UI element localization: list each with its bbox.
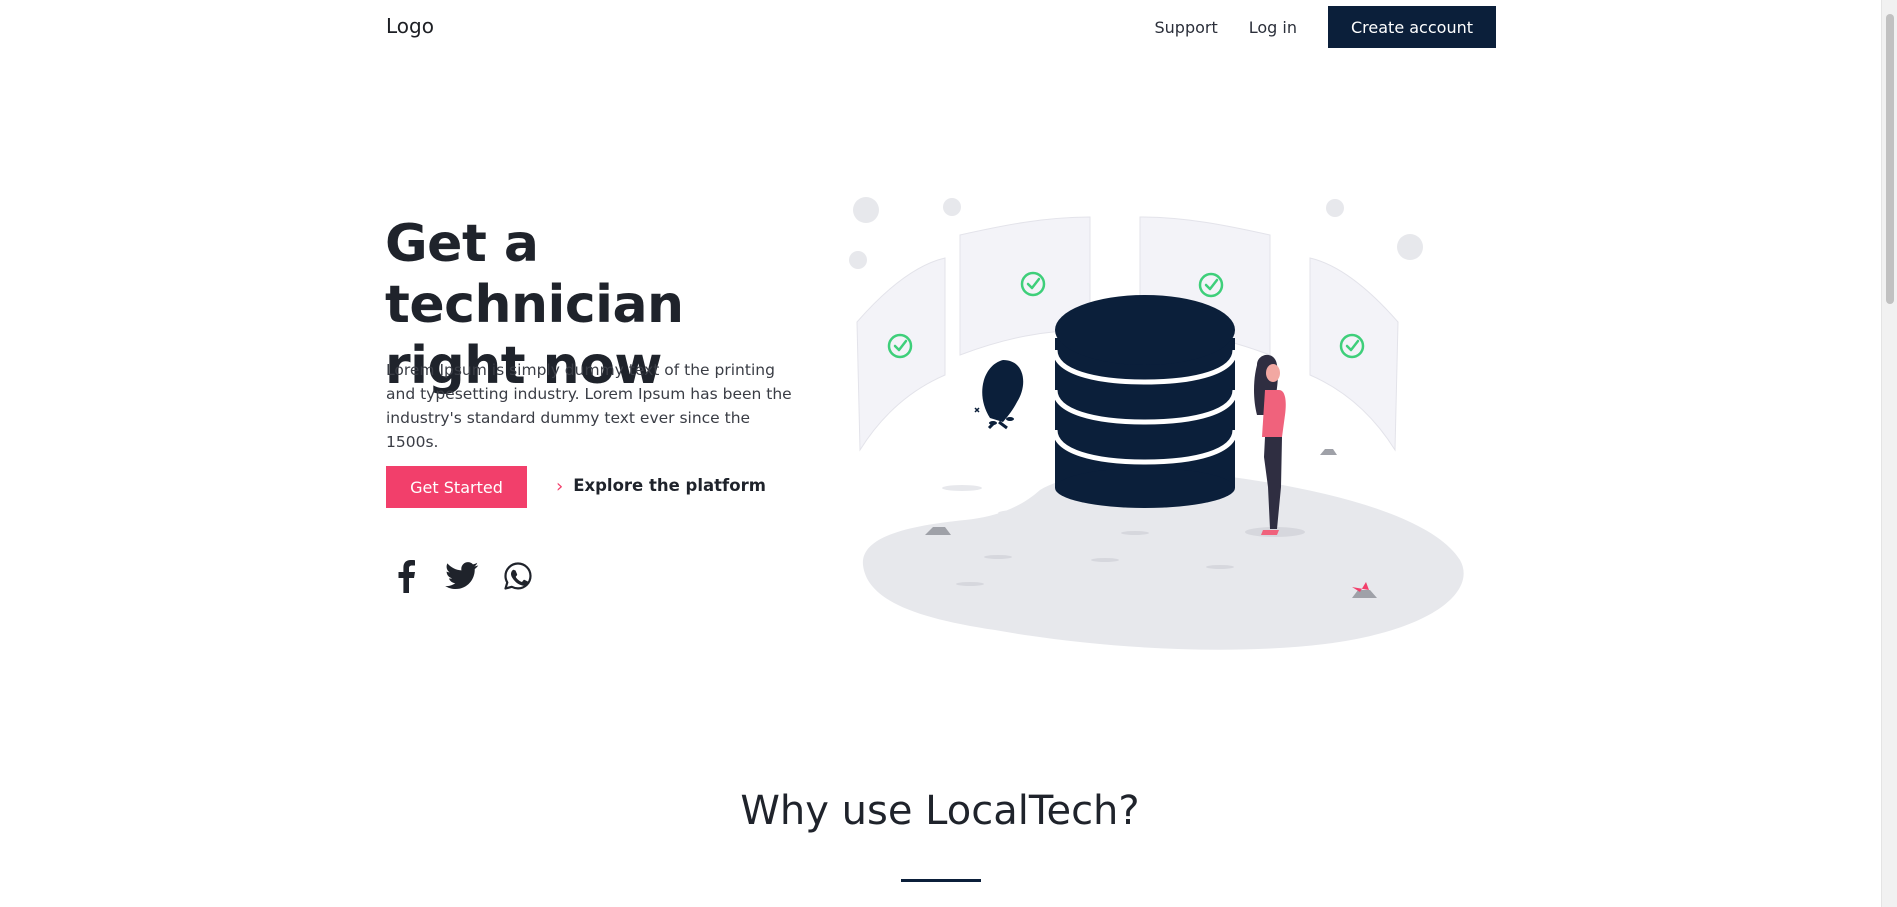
social-links xyxy=(386,558,554,594)
scrollbar-thumb[interactable] xyxy=(1886,14,1894,304)
explore-platform-label: Explore the platform xyxy=(573,476,766,495)
nav-logo[interactable]: Logo xyxy=(386,14,434,38)
whatsapp-icon[interactable] xyxy=(498,558,538,594)
section-divider xyxy=(901,879,981,882)
hero-illustration xyxy=(845,190,1475,664)
get-started-button[interactable]: Get Started xyxy=(386,466,527,508)
nav-link-login[interactable]: Log in xyxy=(1249,18,1297,37)
explore-platform-link[interactable]: › Explore the platform xyxy=(556,474,766,497)
create-account-button[interactable]: Create account xyxy=(1328,6,1496,48)
facebook-icon[interactable] xyxy=(386,558,426,594)
chevron-right-icon: › xyxy=(556,476,564,497)
nav-link-support[interactable]: Support xyxy=(1155,18,1218,37)
nav-links: Support Log in Create account xyxy=(1155,6,1496,48)
section-title: Why use LocalTech? xyxy=(740,788,1140,834)
twitter-icon[interactable] xyxy=(442,558,482,594)
hero-description: Lorem Ipsum is simply dummy text of the … xyxy=(386,361,792,451)
scrollbar[interactable] xyxy=(1881,0,1897,907)
